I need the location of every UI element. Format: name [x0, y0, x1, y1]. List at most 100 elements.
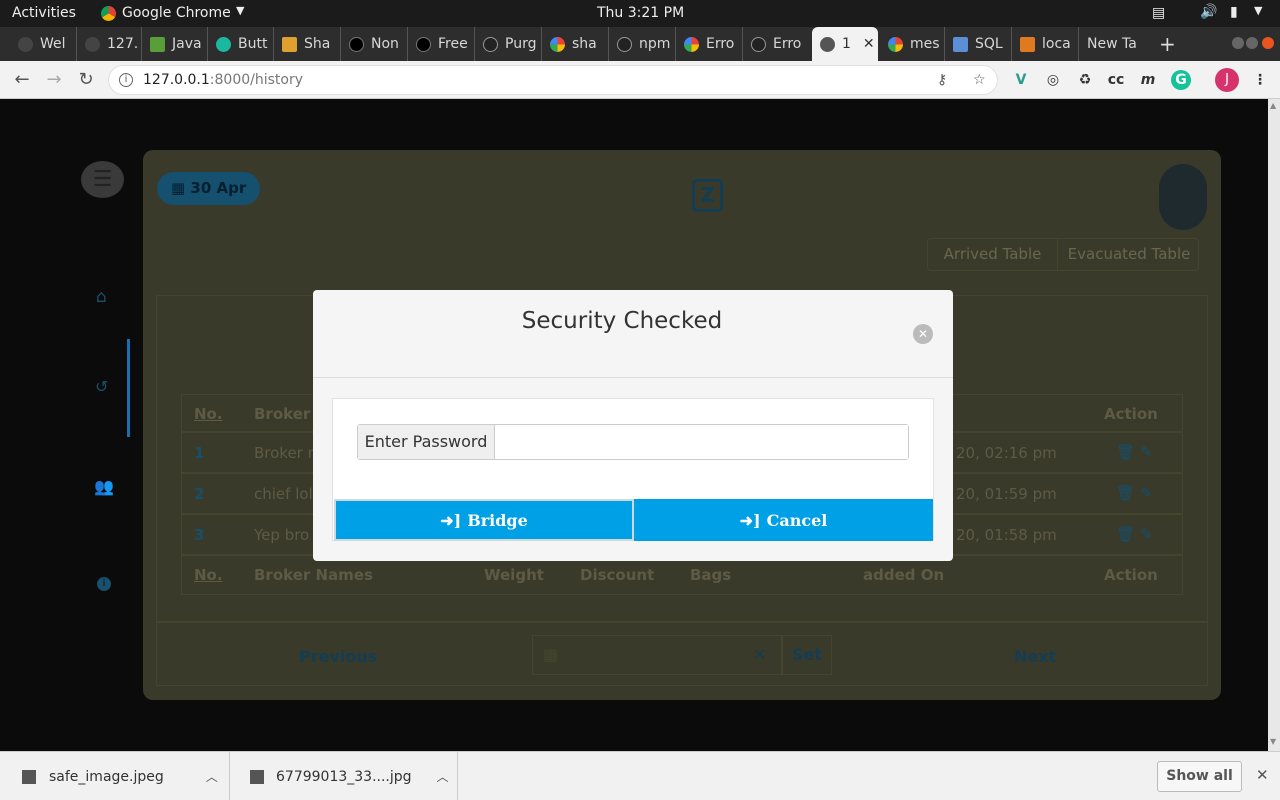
user-avatar[interactable] — [1159, 164, 1207, 230]
github-favicon-icon — [617, 36, 632, 52]
clock[interactable]: Thu 3:21 PM — [597, 5, 684, 21]
activities-button[interactable]: Activities — [12, 5, 76, 21]
download-item[interactable]: 67799013_33....jpg ︿ — [230, 752, 458, 800]
row-number[interactable]: 2 — [194, 485, 204, 503]
tab[interactable]: npm — [608, 27, 675, 61]
hamburger-menu-icon[interactable]: ☰ — [81, 161, 124, 198]
show-all-button[interactable]: Show all — [1157, 761, 1242, 792]
close-icon[interactable]: ✕ — [913, 324, 933, 344]
table-footer-row: No. Broker Names Weight Discount Bags ad… — [181, 555, 1183, 595]
address-bar: ← → ↻ i 127.0.0.1:8000/history ⚷ ☆ V ◎ ♻… — [0, 61, 1280, 99]
previous-button[interactable]: Previous — [299, 647, 377, 666]
edit-icon[interactable]: ✎ — [1140, 443, 1153, 461]
chevron-up-icon[interactable]: ︿ — [437, 768, 449, 785]
close-window-icon[interactable] — [1262, 37, 1274, 49]
url-input[interactable]: i 127.0.0.1:8000/history ⚷ ☆ — [108, 65, 998, 95]
tab[interactable]: Erro — [675, 27, 742, 61]
app-menu[interactable]: Google Chrome — [122, 5, 231, 21]
row-number[interactable]: 3 — [194, 526, 204, 544]
close-download-bar-icon[interactable]: ✕ — [1256, 766, 1269, 784]
forward-arrow-icon[interactable]: → — [42, 68, 66, 92]
trash-icon[interactable]: 🗑 — [1116, 525, 1135, 543]
password-input[interactable] — [496, 425, 908, 459]
system-menu-icon[interactable]: ▼ — [1254, 4, 1262, 17]
tab-evacuated-table[interactable]: Evacuated Table — [1058, 239, 1200, 270]
tab[interactable]: Sha — [273, 27, 340, 61]
bridge-button[interactable]: ➜] Bridge — [334, 499, 634, 541]
users-icon[interactable]: 👥 — [94, 477, 114, 496]
tab[interactable]: New Ta — [1078, 27, 1148, 61]
vue-devtools-icon[interactable]: V — [1011, 70, 1031, 90]
tab[interactable]: loca — [1011, 27, 1078, 61]
tab-label: mes — [910, 36, 940, 52]
puzzle-favicon-icon — [282, 36, 297, 52]
keyboard-icon[interactable]: ▤ — [1152, 5, 1165, 21]
tab[interactable]: Butt — [207, 27, 273, 61]
reload-icon[interactable]: ↻ — [74, 68, 98, 92]
tab-strip: Wel 127. Java Butt Sha Non Free Purg sha… — [0, 27, 1280, 61]
clear-icon[interactable]: ✕ — [753, 645, 766, 664]
star-icon[interactable]: ☆ — [973, 66, 986, 94]
trash-icon[interactable]: 🗑 — [1116, 484, 1135, 502]
chrome-menu-icon[interactable]: ⋮ — [1250, 70, 1270, 90]
scroll-up-icon[interactable]: ▲ — [1270, 101, 1276, 110]
tab[interactable]: Non — [340, 27, 407, 61]
minimize-icon[interactable] — [1232, 37, 1244, 49]
back-arrow-icon[interactable]: ← — [10, 68, 34, 92]
cancel-button[interactable]: ➜] Cancel — [634, 499, 933, 541]
tab[interactable]: sha — [541, 27, 608, 61]
trash-icon[interactable]: 🗑 — [1116, 443, 1135, 461]
maximize-icon[interactable] — [1246, 37, 1258, 49]
battery-icon[interactable]: ▮ — [1230, 4, 1238, 20]
tab-label: New Ta — [1087, 36, 1137, 52]
tab-label: Erro — [706, 36, 735, 52]
home-icon[interactable]: ⌂ — [96, 287, 107, 307]
volume-icon[interactable]: 🔊 — [1200, 4, 1217, 20]
set-button[interactable]: Set — [782, 635, 832, 675]
m-extension-icon[interactable]: m — [1138, 70, 1158, 90]
chevron-down-icon: ▼ — [236, 4, 245, 17]
download-bar: safe_image.jpeg ︿ 67799013_33....jpg ︿ S… — [0, 751, 1280, 800]
scroll-down-icon[interactable]: ▼ — [1270, 737, 1276, 746]
edit-icon[interactable]: ✎ — [1140, 484, 1153, 502]
chrome-icon — [101, 6, 116, 21]
password-label: Enter Password — [358, 425, 495, 459]
tab[interactable]: Erro — [742, 27, 810, 61]
tab[interactable]: Java — [141, 27, 207, 61]
grammarly-icon[interactable]: G — [1171, 70, 1191, 90]
info-circle-icon[interactable]: i — [97, 577, 111, 591]
profile-avatar[interactable]: J — [1215, 68, 1239, 92]
row-number[interactable]: 1 — [194, 444, 204, 462]
date-badge-text: 30 Apr — [190, 179, 247, 197]
tab[interactable]: Purg — [474, 27, 541, 61]
tab[interactable]: SQL — [944, 27, 1011, 61]
page-scrollbar[interactable]: ▲ ▼ — [1268, 99, 1280, 751]
date-picker-input[interactable]: ▦ ✕ — [532, 635, 782, 675]
recycle-icon[interactable]: ♻ — [1075, 70, 1095, 90]
footer-broker: Broker Names — [254, 566, 373, 584]
google-favicon-icon — [888, 36, 903, 52]
edit-icon[interactable]: ✎ — [1140, 525, 1153, 543]
dark-favicon-icon — [416, 36, 431, 52]
info-icon[interactable]: i — [119, 73, 133, 87]
header-no[interactable]: No. — [194, 405, 223, 423]
key-icon[interactable]: ⚷ — [937, 66, 947, 94]
tab[interactable]: Free — [407, 27, 474, 61]
cc-icon[interactable]: cc — [1106, 70, 1126, 90]
history-icon[interactable]: ↺ — [95, 377, 108, 396]
chevron-up-icon[interactable]: ︿ — [206, 768, 218, 785]
tab[interactable]: 127. — [76, 27, 141, 61]
close-tab-icon[interactable]: ✕ — [863, 36, 875, 52]
tab-active[interactable]: 1 ✕ — [812, 27, 878, 61]
tab[interactable]: mes — [880, 27, 944, 61]
new-tab-plus-icon[interactable]: + — [1159, 32, 1176, 56]
extension-icon[interactable]: ◎ — [1043, 70, 1063, 90]
google-favicon-icon — [550, 36, 565, 52]
tab[interactable]: Wel — [10, 27, 76, 61]
tab-label: Java — [172, 36, 202, 52]
modal-title: Security Checked — [521, 308, 723, 334]
tab-arrived-table[interactable]: Arrived Table — [928, 239, 1058, 270]
date-badge[interactable]: ▦ 30 Apr — [157, 172, 260, 205]
next-button[interactable]: Next — [1014, 647, 1056, 666]
download-item[interactable]: safe_image.jpeg ︿ — [0, 752, 230, 800]
